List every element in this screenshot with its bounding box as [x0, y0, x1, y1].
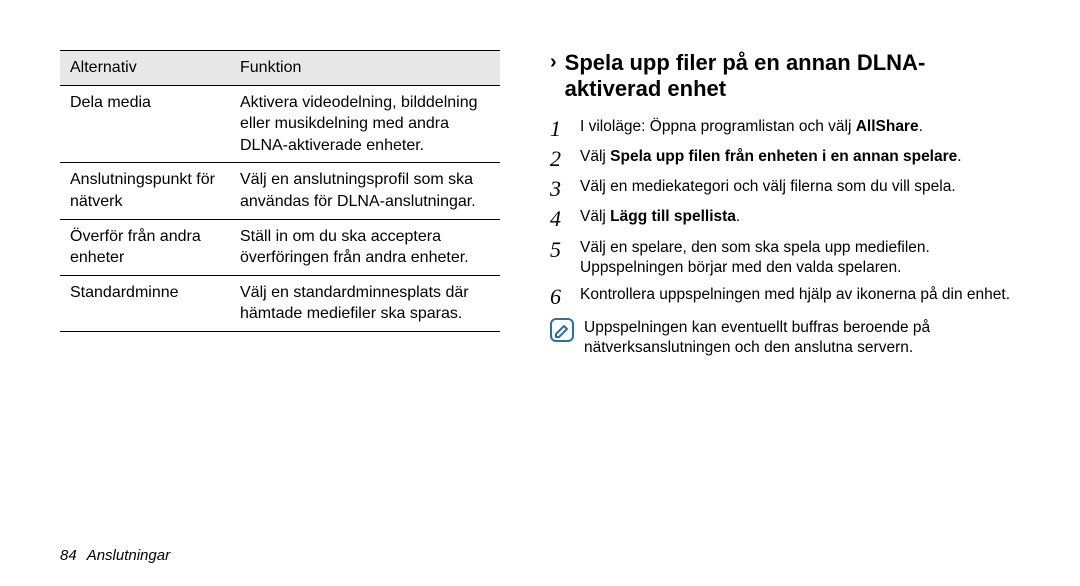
table-row: Anslutningspunkt för nätverk Välj en ans… — [60, 163, 500, 219]
step-number: 6 — [550, 285, 570, 309]
list-item: 2 Välj Spela upp filen från enheten i en… — [550, 147, 1020, 171]
cell-alt: Standardminne — [60, 275, 230, 331]
step-number: 1 — [550, 117, 570, 141]
cell-alt: Anslutningspunkt för nätverk — [60, 163, 230, 219]
list-item: 3 Välj en mediekategori och välj filerna… — [550, 177, 1020, 201]
chevron-right-icon: › — [550, 50, 557, 103]
table-row: Överför från andra enheter Ställ in om d… — [60, 219, 500, 275]
options-table: Alternativ Funktion Dela media Aktivera … — [60, 50, 500, 332]
section-name: Anslutningar — [87, 547, 170, 564]
list-item: 1 I viloläge: Öppna programlistan och vä… — [550, 117, 1020, 141]
step-number: 3 — [550, 177, 570, 201]
th-alternativ: Alternativ — [60, 51, 230, 86]
cell-fn: Ställ in om du ska acceptera överföringe… — [230, 219, 500, 275]
th-funktion: Funktion — [230, 51, 500, 86]
table-row: Standardminne Välj en standardminnesplat… — [60, 275, 500, 331]
step-number: 2 — [550, 147, 570, 171]
list-item: 5 Välj en spelare, den som ska spela upp… — [550, 238, 1020, 280]
step-text: Välj Spela upp filen från enheten i en a… — [580, 147, 962, 171]
step-text: Välj en mediekategori och välj filerna s… — [580, 177, 956, 201]
list-item: 4 Välj Lägg till spellista. — [550, 207, 1020, 231]
page-number: 84 — [60, 547, 77, 564]
steps-list: 1 I viloläge: Öppna programlistan och vä… — [550, 117, 1020, 310]
page-footer: 84 Anslutningar — [60, 547, 170, 564]
note-icon — [550, 318, 574, 342]
note-block: Uppspelningen kan eventuellt buffras ber… — [550, 318, 1020, 360]
step-text: Kontrollera uppspelningen med hjälp av i… — [580, 285, 1010, 309]
cell-fn: Välj en anslutningsprofil som ska använd… — [230, 163, 500, 219]
cell-alt: Dela media — [60, 85, 230, 163]
step-number: 4 — [550, 207, 570, 231]
list-item: 6 Kontrollera uppspelningen med hjälp av… — [550, 285, 1020, 309]
cell-fn: Aktivera videodelning, bilddelning eller… — [230, 85, 500, 163]
step-text: Välj Lägg till spellista. — [580, 207, 740, 231]
section-heading: › Spela upp filer på en annan DLNA-aktiv… — [550, 50, 1020, 103]
cell-fn: Välj en standardminnesplats där hämtade … — [230, 275, 500, 331]
step-text: Välj en spelare, den som ska spela upp m… — [580, 238, 1020, 280]
table-row: Dela media Aktivera videodelning, bildde… — [60, 85, 500, 163]
cell-alt: Överför från andra enheter — [60, 219, 230, 275]
note-text: Uppspelningen kan eventuellt buffras ber… — [584, 318, 1020, 360]
step-number: 5 — [550, 238, 570, 280]
heading-text: Spela upp filer på en annan DLNA-aktiver… — [565, 50, 1020, 103]
step-text: I viloläge: Öppna programlistan och välj… — [580, 117, 923, 141]
